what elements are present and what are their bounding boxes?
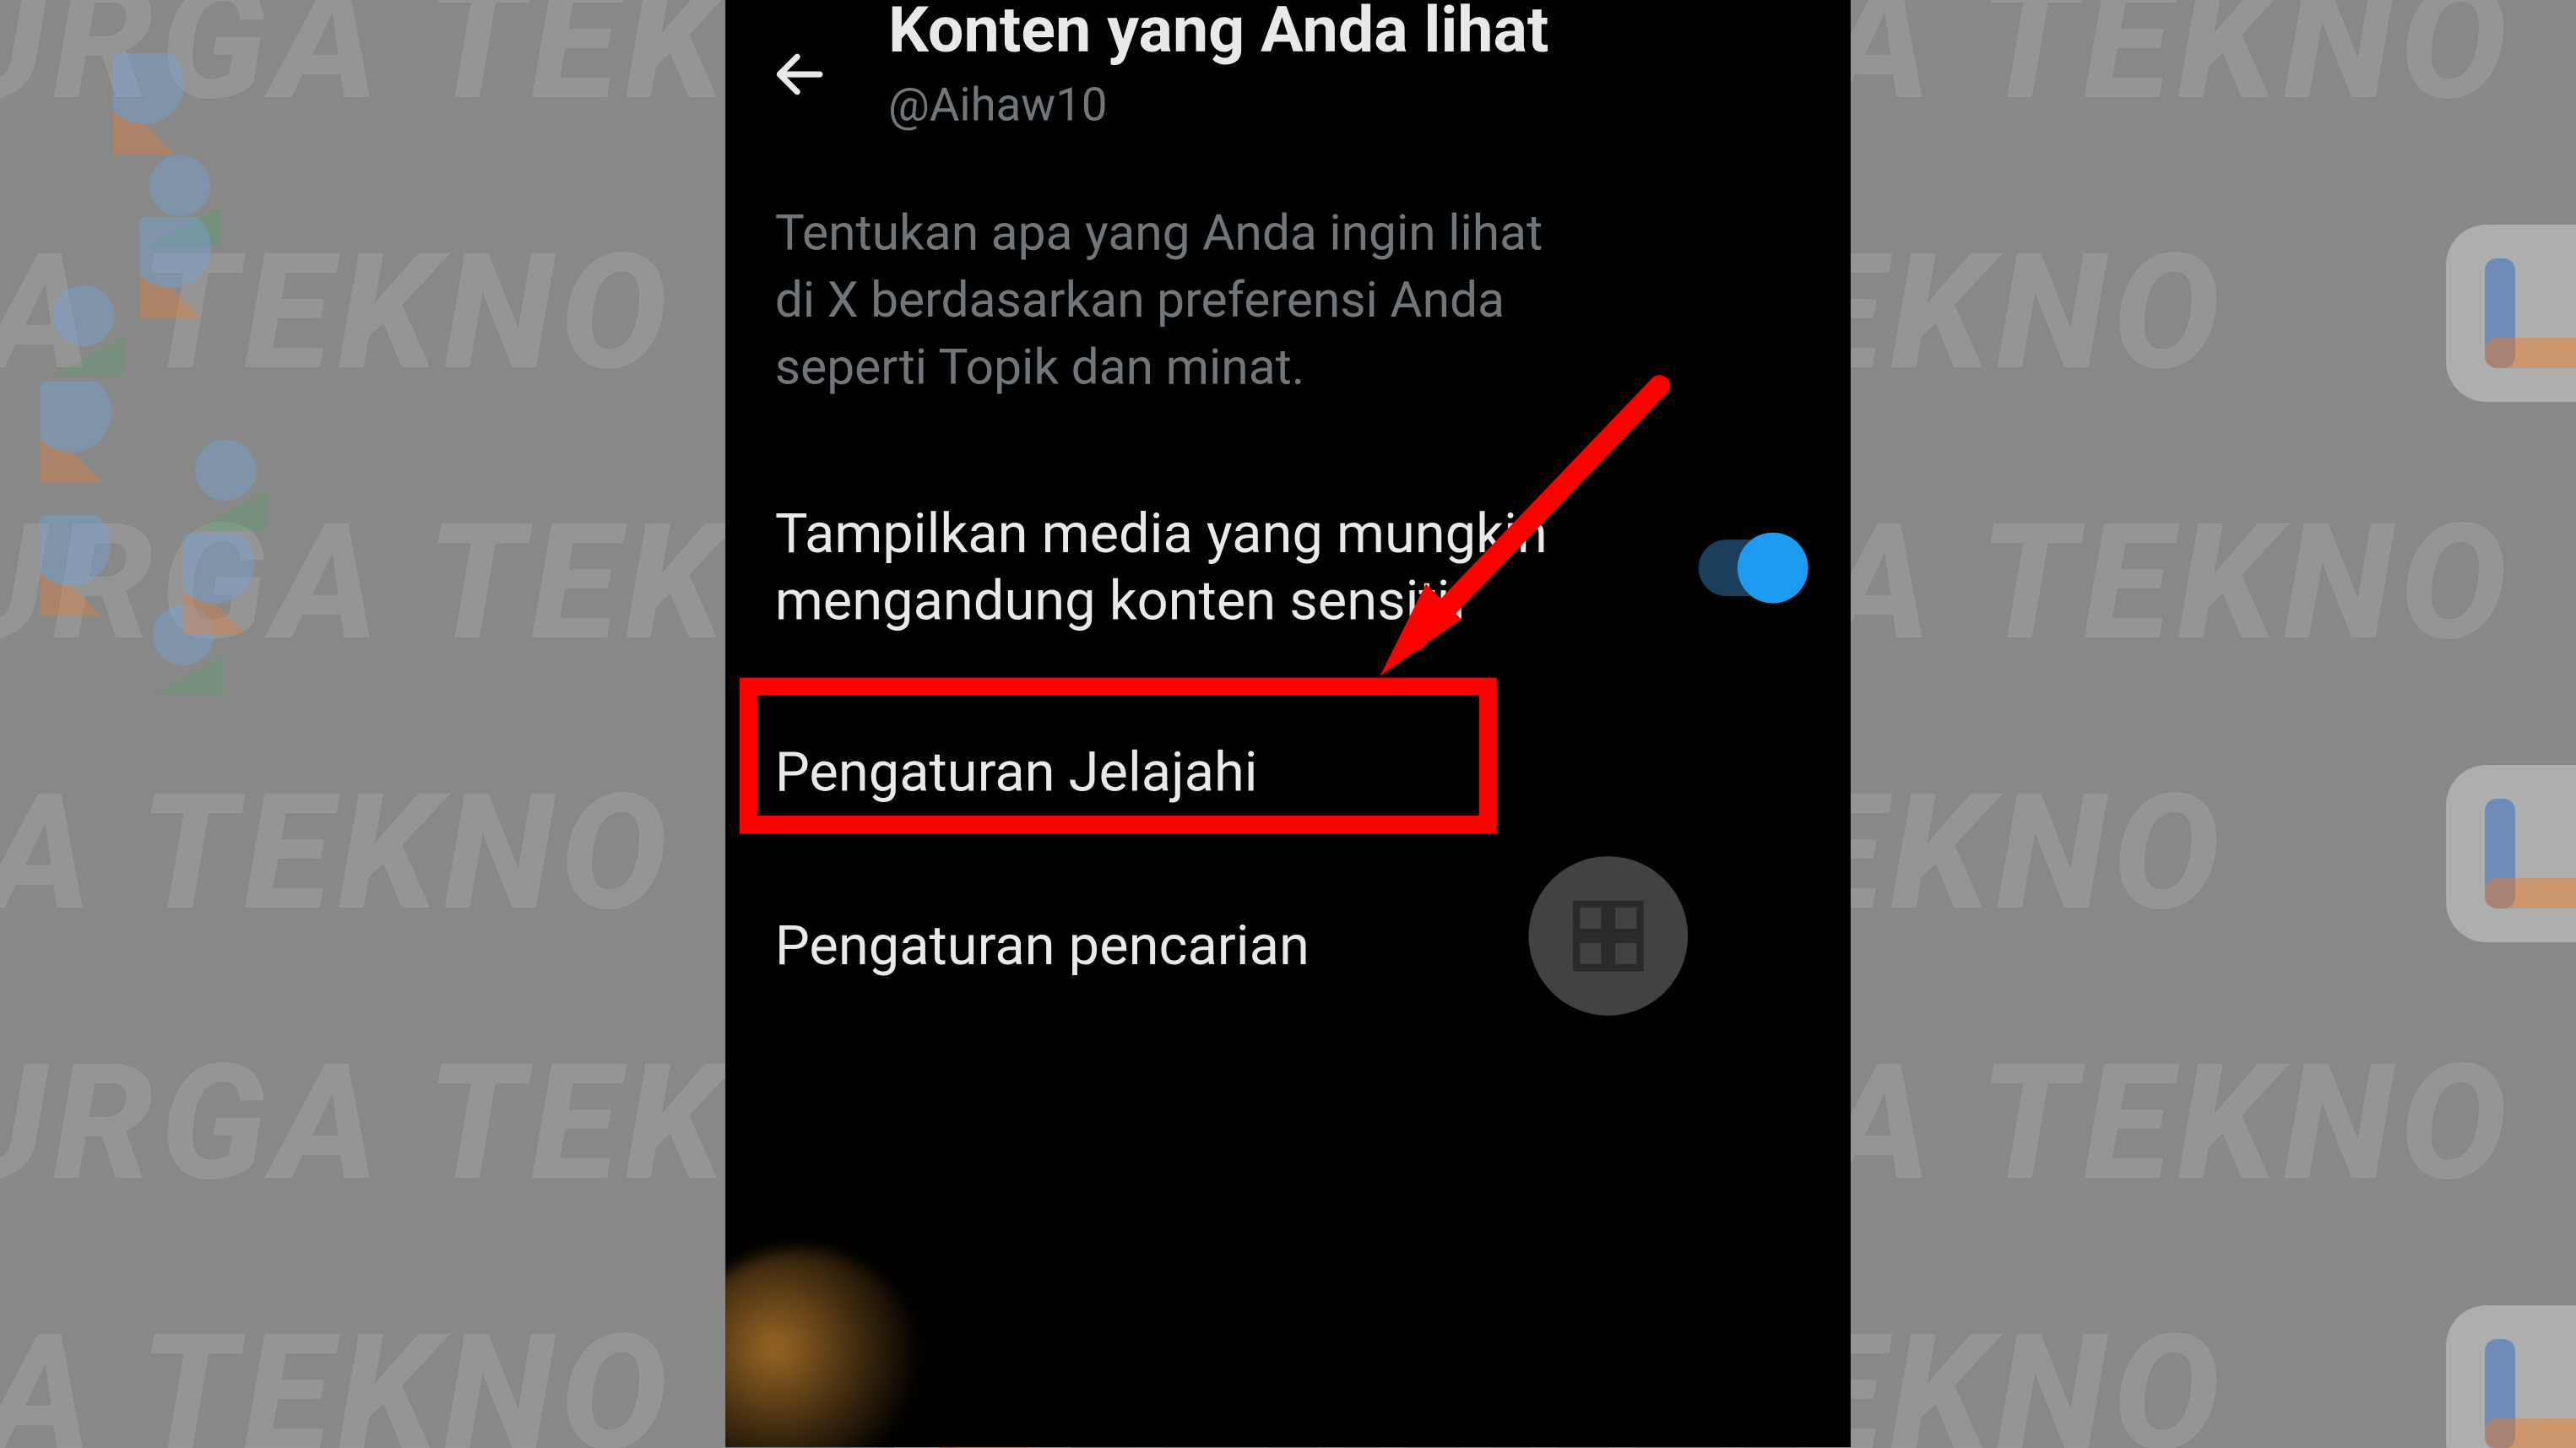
sensitive-media-label: Tampilkan media yang mungkin mengandung …: [775, 502, 1554, 633]
sensitive-media-toggle[interactable]: [1699, 539, 1802, 595]
explore-settings-row[interactable]: Pengaturan Jelajahi: [725, 691, 1851, 854]
title-block: Konten yang Anda lihat @Aihaw10: [888, 0, 1549, 133]
grid-icon: [1566, 893, 1651, 979]
search-settings-label: Pengaturan pencarian: [775, 913, 1310, 979]
bottom-glow: [725, 1249, 924, 1447]
recents-fab[interactable]: [1529, 856, 1689, 1016]
page-description: Tentukan apa yang Anda ingin lihat di X …: [725, 151, 1638, 401]
sensitive-media-row[interactable]: Tampilkan media yang mungkin mengandung …: [725, 485, 1851, 648]
back-button[interactable]: [757, 32, 843, 117]
header: Konten yang Anda lihat @Aihaw10: [725, 0, 1851, 151]
explore-settings-label: Pengaturan Jelajahi: [775, 740, 1258, 805]
page-title: Konten yang Anda lihat: [888, 0, 1549, 69]
toggle-knob: [1738, 532, 1809, 603]
phone-screen: Konten yang Anda lihat @Aihaw10 Tentukan…: [725, 0, 1851, 1447]
arrow-left-icon: [770, 44, 830, 104]
screenshot-frame: Konten yang Anda lihat @Aihaw10 Tentukan…: [0, 0, 2576, 1447]
account-handle: @Aihaw10: [888, 80, 1549, 133]
